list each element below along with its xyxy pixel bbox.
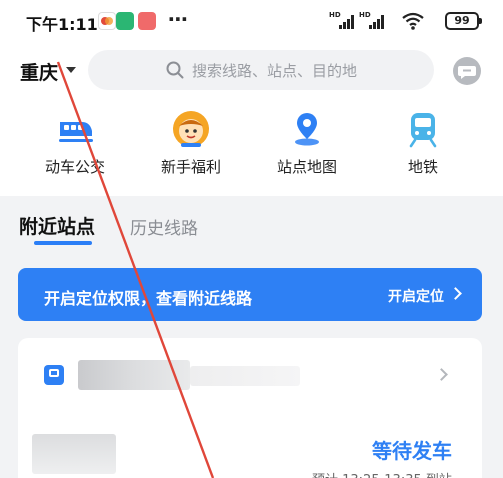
- more-notifications-icon: ⋯: [168, 7, 189, 31]
- search-icon: [166, 61, 184, 79]
- entry-label: 站点地图: [276, 158, 337, 176]
- train-icon: [59, 122, 93, 142]
- signal-icon: HD: [359, 11, 387, 31]
- mascot-icon: [173, 111, 209, 147]
- tab-nearby-stations[interactable]: 附近站点: [19, 212, 95, 239]
- app-notification-icon: [98, 12, 116, 30]
- bus-stop-icon: [44, 365, 64, 385]
- status-indicators: HD HD 99: [329, 11, 482, 31]
- entry-subway[interactable]: 地铁: [378, 110, 468, 180]
- message-button[interactable]: [453, 57, 481, 85]
- entry-label: 新手福利: [160, 158, 221, 176]
- chevron-right-icon[interactable]: [435, 368, 448, 381]
- enable-location-button[interactable]: 开启定位: [388, 286, 444, 306]
- entry-label: 动车公交: [44, 158, 105, 176]
- search-input[interactable]: 搜索线路、站点、目的地: [88, 50, 434, 90]
- entry-label: 地铁: [407, 158, 438, 176]
- chevron-right-icon: [449, 287, 462, 300]
- banner-text: 开启定位权限，查看附近线路: [44, 289, 253, 308]
- entry-newbie-welfare[interactable]: 新手福利: [146, 110, 236, 180]
- tab-indicator: [34, 241, 92, 245]
- subway-icon: [409, 113, 437, 148]
- station-name-redacted: [78, 360, 190, 390]
- station-name-redacted: [190, 366, 300, 386]
- app-notification-icon: [138, 12, 156, 30]
- tab-history-routes[interactable]: 历史线路: [130, 214, 198, 239]
- battery-indicator: 99: [445, 12, 482, 30]
- route-name-redacted: [32, 434, 116, 474]
- chevron-down-icon[interactable]: [66, 67, 76, 73]
- entry-station-map[interactable]: 站点地图: [262, 110, 352, 180]
- map-pin-icon: [295, 113, 319, 146]
- departure-status: 等待发车: [372, 439, 452, 463]
- signal-icon: HD: [329, 11, 357, 31]
- message-bubble-icon: [458, 66, 476, 79]
- wifi-icon: [402, 12, 424, 30]
- city-selector[interactable]: 重庆: [20, 58, 58, 85]
- station-card[interactable]: 等待发车 预计 13:25-13:35 到站: [18, 338, 482, 478]
- status-time: 下午1:11: [26, 15, 98, 34]
- entry-train-bus[interactable]: 动车公交: [30, 110, 120, 180]
- eta-text: 预计 13:25-13:35 到站: [312, 469, 452, 478]
- status-bar: 下午1:11 ⋯ HD HD 99: [0, 0, 503, 40]
- location-permission-banner[interactable]: 开启定位权限，查看附近线路 开启定位: [18, 268, 482, 321]
- search-placeholder: 搜索线路、站点、目的地: [192, 62, 358, 80]
- app-notification-icon: [116, 12, 134, 30]
